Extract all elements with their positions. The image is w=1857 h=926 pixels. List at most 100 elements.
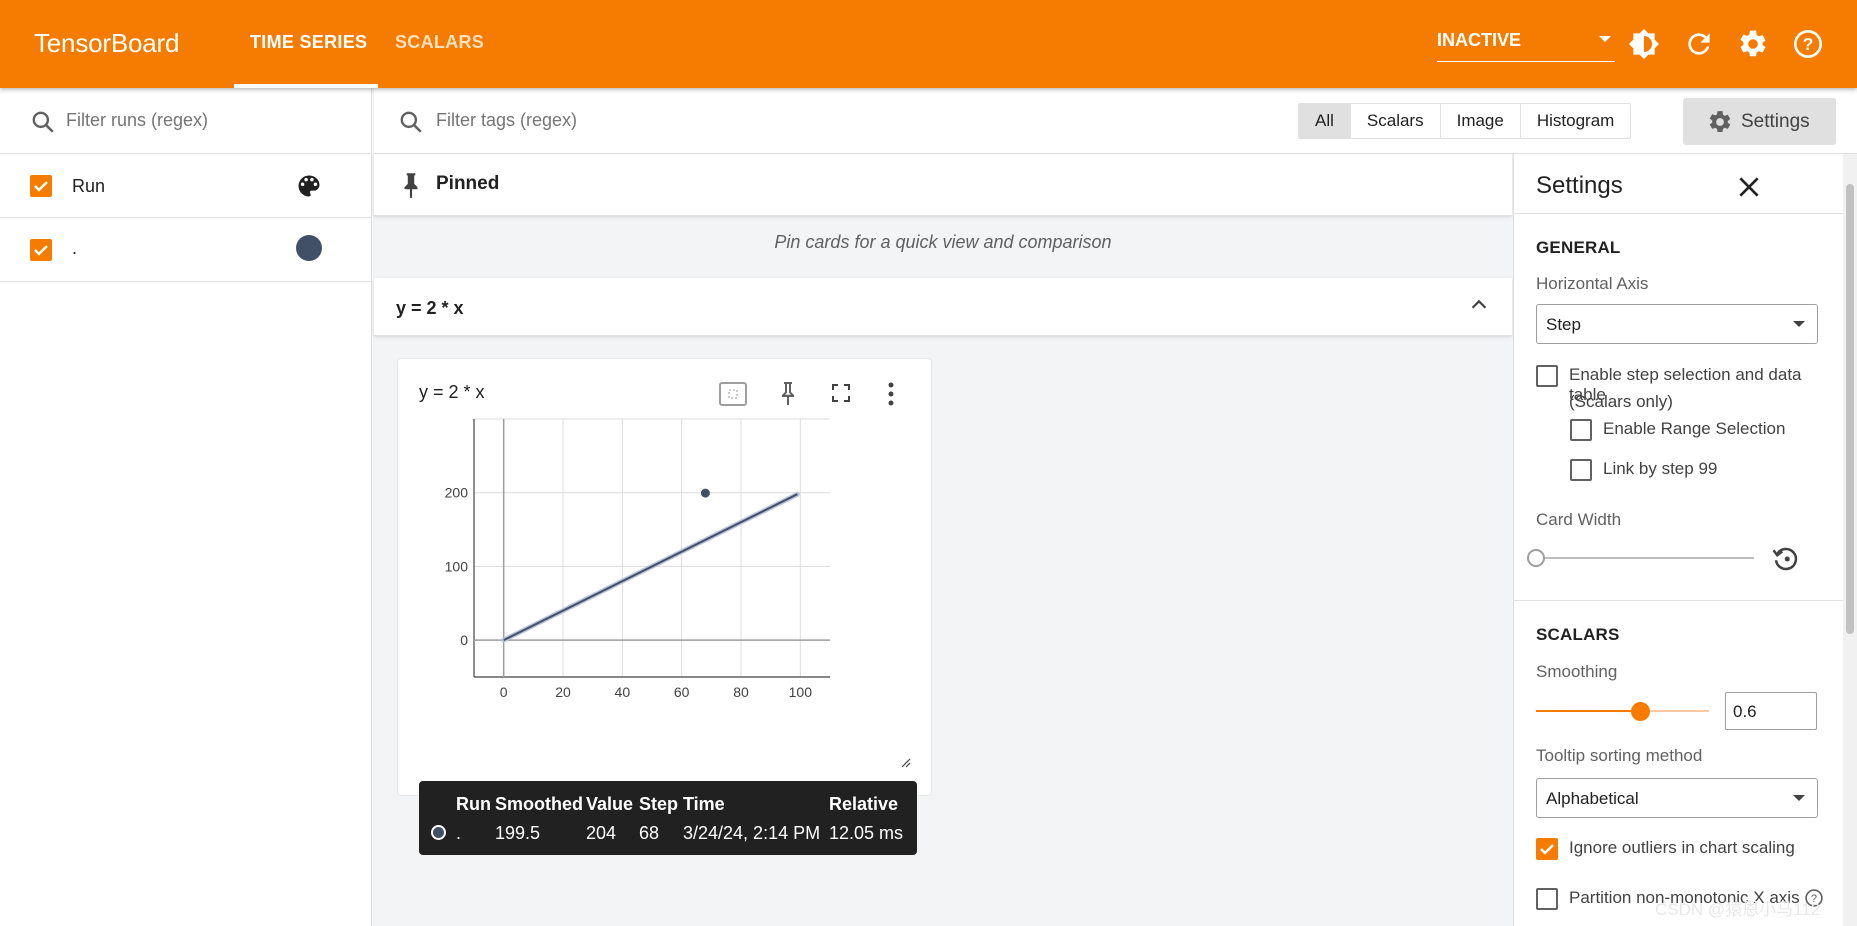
smoothing-label: Smoothing — [1536, 662, 1618, 681]
run-name: . — [72, 238, 78, 258]
scalars-only-note: (Scalars only) — [1569, 392, 1673, 411]
tooltip-header-run: Run — [456, 794, 491, 814]
ignore-outliers-checkbox[interactable] — [1536, 838, 1558, 860]
filter-scalars[interactable]: Scalars — [1351, 104, 1441, 138]
plugin-selector[interactable]: INACTIVE — [1437, 30, 1615, 62]
tooltip-time: 3/24/24, 2:14 PM — [683, 823, 821, 843]
run-row[interactable]: Run — [0, 154, 371, 218]
app-brand[interactable]: TensorBoard — [34, 28, 179, 59]
line-chart[interactable]: 0 20 40 60 80 100 0 100 200 — [398, 359, 933, 779]
y-tick-label: 0 — [460, 632, 468, 648]
range-selection-checkbox[interactable] — [1570, 419, 1592, 441]
smoothing-input[interactable]: 0.6 — [1725, 692, 1817, 730]
x-tick-label: 20 — [555, 684, 571, 700]
y-tick-label: 100 — [445, 558, 469, 574]
search-icon — [32, 111, 54, 133]
partition-checkbox[interactable] — [1536, 888, 1558, 910]
chart-tooltip: Run Smoothed Value Step Time Relative . … — [419, 781, 917, 855]
smoothing-slider-fill — [1536, 710, 1640, 712]
tooltip-relative: 12.05 ms — [829, 823, 904, 843]
tooltip-sort-select[interactable]: Alphabetical — [1536, 778, 1818, 818]
run-color-swatch[interactable] — [296, 235, 322, 261]
settings-scrollbar[interactable] — [1843, 154, 1857, 926]
pinned-title: Pinned — [436, 173, 500, 194]
divider — [1514, 600, 1844, 601]
card-width-slider-thumb[interactable] — [1527, 549, 1545, 567]
scalars-section-header: SCALARS — [1536, 625, 1620, 644]
smoothing-slider-thumb[interactable] — [1630, 702, 1650, 721]
tab-time-series[interactable]: TIME SERIES — [250, 32, 367, 53]
resize-handle-icon[interactable] — [901, 758, 911, 768]
chevron-up-icon[interactable] — [1468, 294, 1490, 316]
checkmark-icon — [34, 181, 48, 192]
settings-button[interactable]: Settings — [1683, 98, 1836, 145]
x-tick-label: 100 — [789, 684, 813, 700]
tooltip-sort-label: Tooltip sorting method — [1536, 746, 1703, 765]
tag-filter-input[interactable]: Filter tags (regex) — [436, 110, 577, 131]
tooltip-header-value: Value — [586, 794, 634, 814]
card-width-label: Card Width — [1536, 510, 1622, 529]
runs-filter[interactable]: Filter runs (regex) — [0, 88, 371, 154]
tooltip-header-relative: Relative — [829, 794, 899, 814]
filter-all[interactable]: All — [1299, 104, 1351, 138]
tab-scalars[interactable]: SCALARS — [395, 32, 484, 53]
settings-panel: Settings GENERAL Horizontal Axis Step En… — [1513, 154, 1844, 926]
refresh-icon[interactable] — [1683, 28, 1715, 60]
horizontal-axis-select[interactable]: Step — [1536, 304, 1818, 344]
card-width-slider[interactable] — [1536, 557, 1754, 559]
step-selection-checkbox[interactable] — [1536, 365, 1558, 387]
run-checkbox[interactable] — [30, 175, 52, 197]
pinned-empty-message: Pin cards for a quick view and compariso… — [774, 232, 1112, 252]
help-icon[interactable]: ? — [1792, 28, 1824, 60]
gear-icon — [1709, 111, 1731, 132]
theme-toggle-icon[interactable] — [1628, 28, 1660, 60]
tooltip-run: . — [456, 823, 462, 843]
horizontal-axis-value: Step — [1546, 315, 1581, 334]
runs-panel: Filter runs (regex) Run . — [0, 88, 372, 926]
tooltip-header-step: Step — [639, 794, 679, 814]
x-tick-label: 0 — [500, 684, 508, 700]
settings-button-label: Settings — [1741, 111, 1810, 132]
active-tab-indicator — [234, 84, 378, 88]
series-line — [503, 493, 798, 642]
scalar-card: y = 2 * x 0 20 40 60 80 100 0 100 200 — [397, 358, 932, 796]
reset-icon[interactable] — [1771, 544, 1801, 574]
x-tick-label: 80 — [733, 684, 749, 700]
chevron-down-icon — [1793, 795, 1805, 801]
watermark: CSDN @猿恩小马112 — [1655, 900, 1821, 919]
checkmark-icon — [1540, 844, 1554, 855]
settings-title: Settings — [1536, 172, 1623, 199]
horizontal-axis-label: Horizontal Axis — [1536, 274, 1649, 293]
filter-histogram[interactable]: Histogram — [1521, 104, 1630, 138]
svg-text:?: ? — [1803, 34, 1814, 54]
top-app-bar: TensorBoard TIME SERIES SCALARS INACTIVE… — [0, 0, 1857, 88]
settings-gear-icon[interactable] — [1737, 28, 1769, 60]
hover-point — [699, 487, 711, 499]
plugin-type-filter: All Scalars Image Histogram — [1298, 103, 1632, 139]
pinned-section-header: Pinned — [374, 154, 1512, 216]
tooltip-value: 204 — [586, 823, 617, 843]
tooltip-sort-value: Alphabetical — [1546, 789, 1639, 808]
tooltip-step: 68 — [639, 823, 660, 843]
link-by-step-checkbox[interactable] — [1570, 459, 1592, 481]
x-tick-label: 40 — [615, 684, 631, 700]
divider — [1514, 213, 1844, 214]
card-group-header[interactable]: y = 2 * x — [374, 278, 1512, 336]
run-checkbox[interactable] — [30, 239, 52, 261]
palette-icon[interactable] — [295, 172, 323, 205]
close-icon[interactable] — [1736, 174, 1762, 200]
ignore-outliers-label: Ignore outliers in chart scaling — [1569, 838, 1795, 857]
pin-icon — [404, 173, 418, 198]
filter-image[interactable]: Image — [1441, 104, 1521, 138]
general-section-header: GENERAL — [1536, 238, 1621, 257]
group-title: y = 2 * x — [396, 298, 464, 318]
range-selection-label: Enable Range Selection — [1603, 419, 1786, 438]
smoothing-input-value: 0.6 — [1733, 702, 1757, 721]
chevron-down-icon — [1599, 36, 1611, 42]
run-header-label: Run — [72, 176, 106, 196]
tooltip-run-swatch — [431, 825, 446, 840]
run-row[interactable]: . — [0, 218, 371, 282]
tooltip-header-time: Time — [683, 794, 725, 814]
scrollbar-thumb[interactable] — [1846, 184, 1854, 634]
chevron-down-icon — [1793, 321, 1805, 327]
